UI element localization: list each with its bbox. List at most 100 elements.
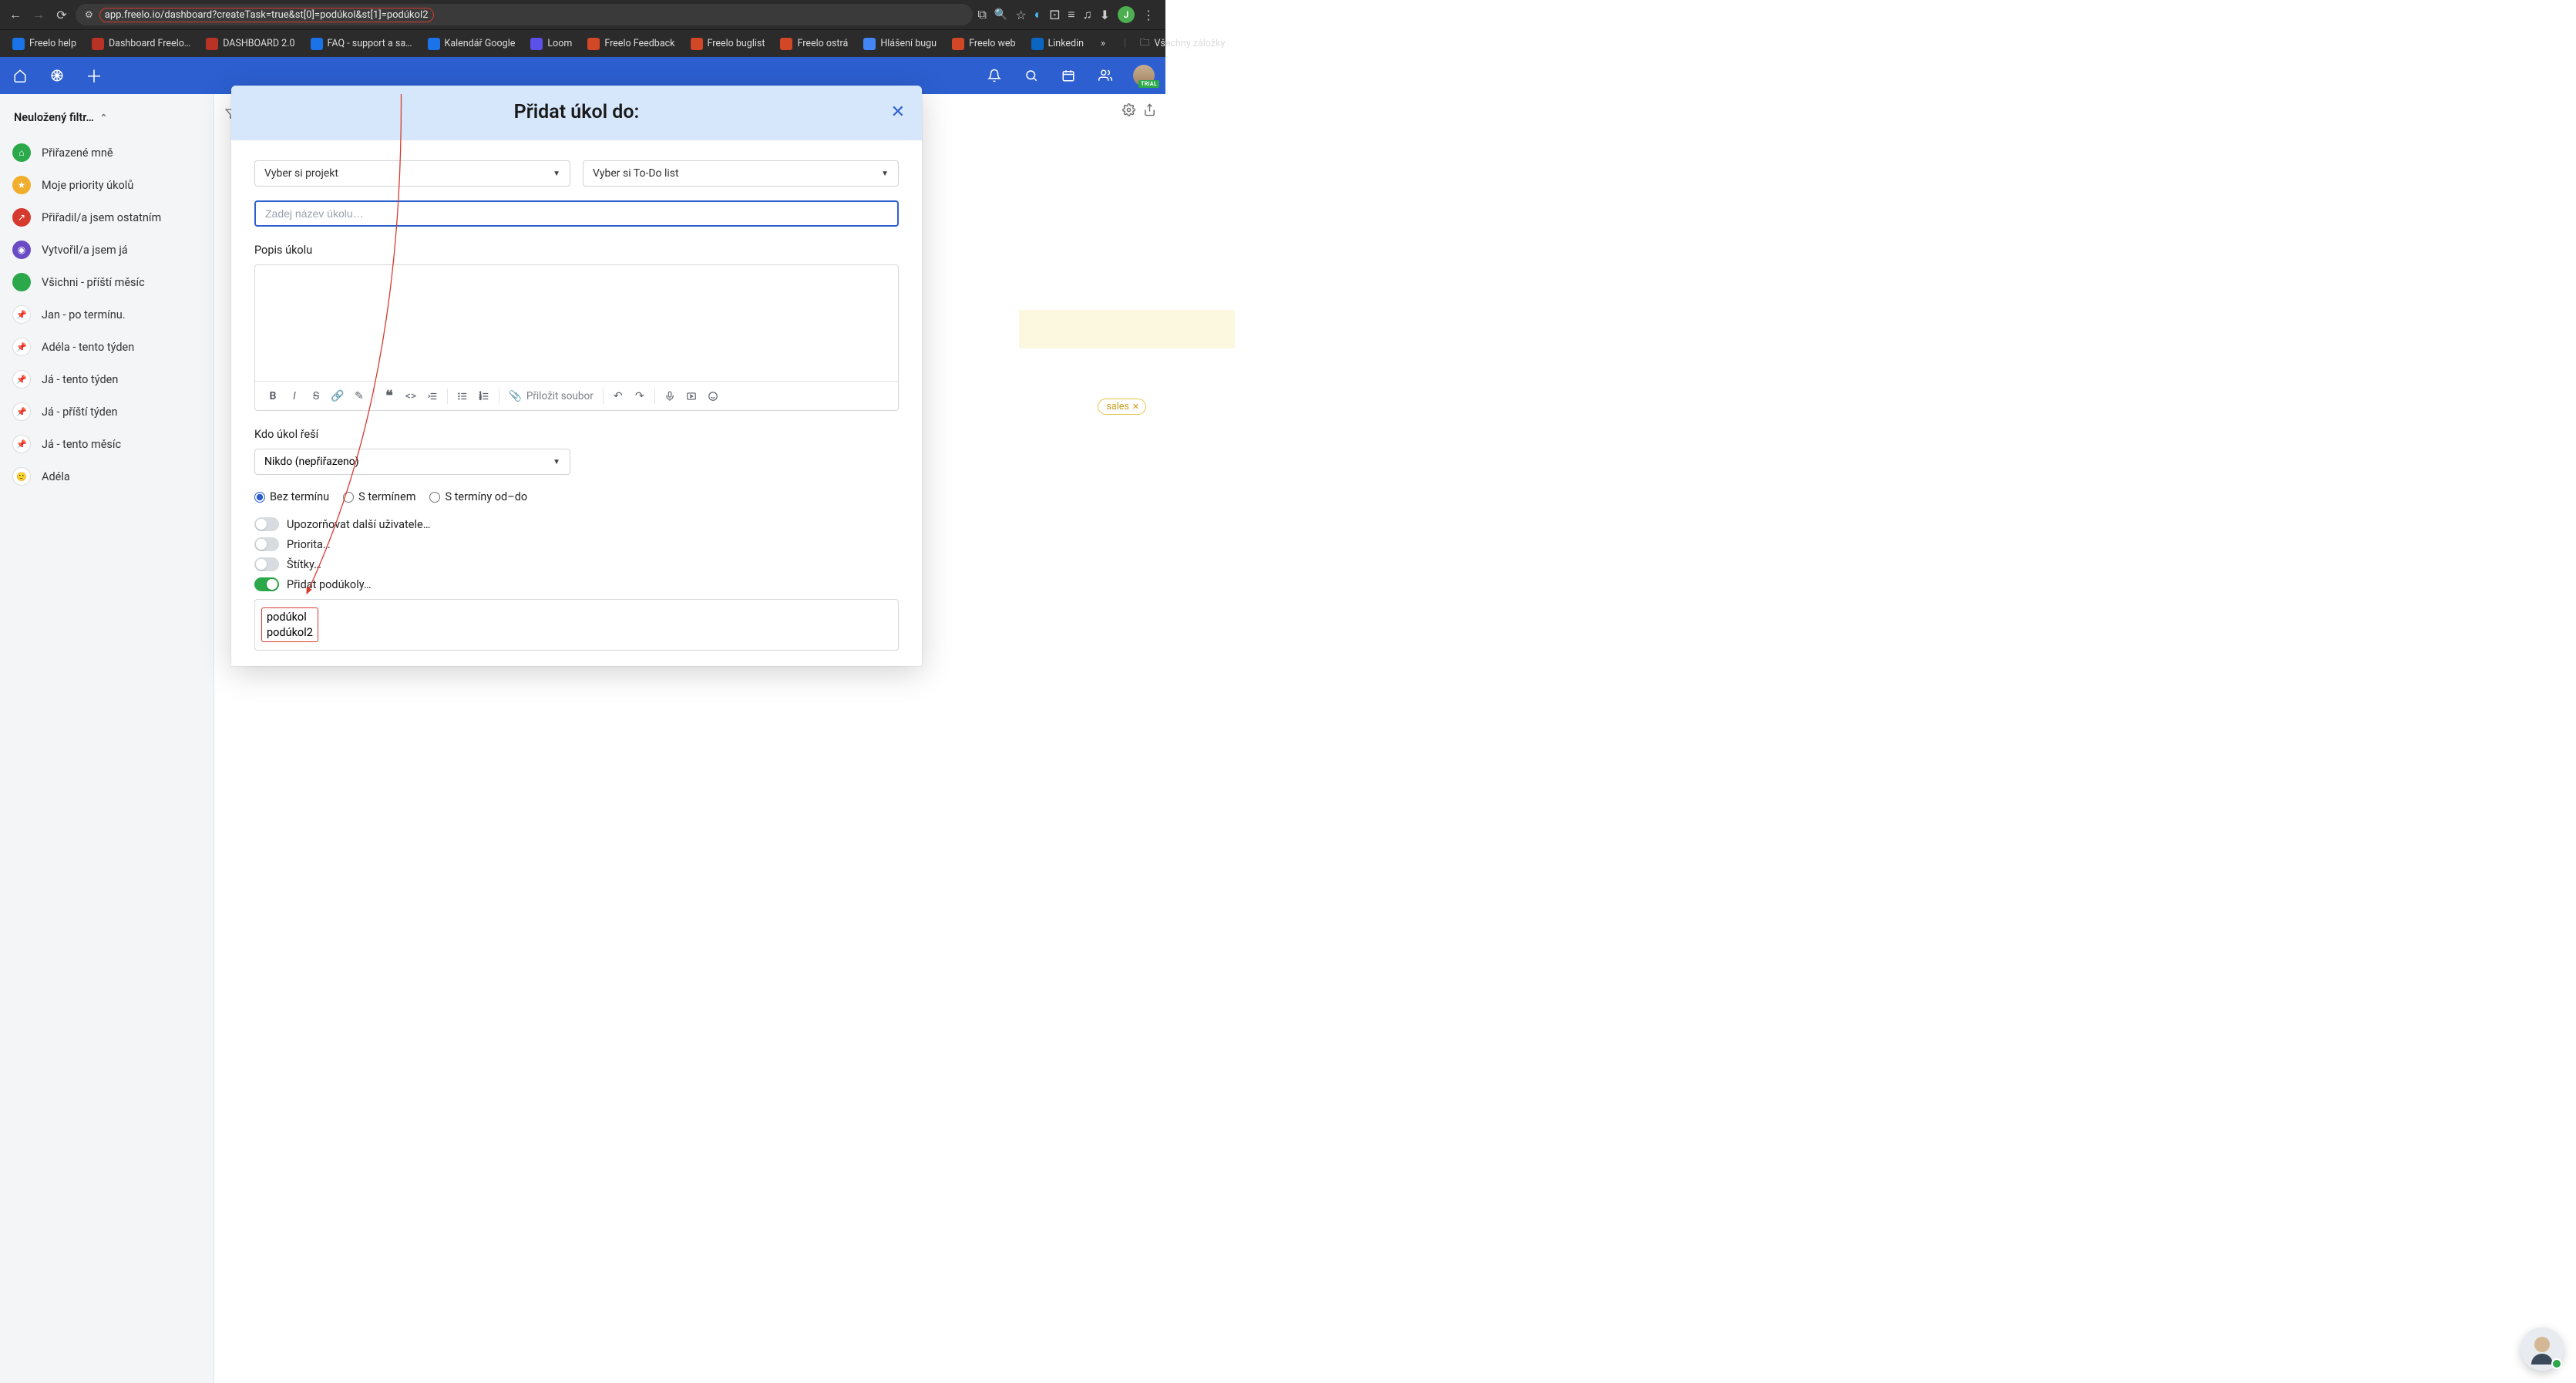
sidebar-item-label: Já - příští týden [42,405,118,419]
bookmark-item[interactable]: Linkedin [1025,35,1091,53]
paperclip-icon: 📎 [509,390,522,402]
playlist-icon[interactable]: ♫ [1083,7,1092,22]
sidebar-item-label: Přiřazené mně [42,146,113,160]
bookmark-overflow[interactable]: » [1093,38,1113,49]
radio-range-deadline[interactable]: S termíny od–do [429,490,527,503]
bookmark-item[interactable]: FAQ - support a sa… [304,35,419,53]
close-icon[interactable]: ✕ [891,103,905,122]
sidebar-item[interactable]: ⌂Přiřazené mně [0,136,214,169]
notifications-icon[interactable] [985,66,1004,85]
bookmark-favicon [428,38,440,50]
add-icon[interactable]: ＋ [85,66,103,85]
code-button[interactable]: <> [401,386,421,406]
task-name-input[interactable] [254,200,899,227]
bookmark-item[interactable]: DASHBOARD 2.0 [200,35,301,53]
todolist-select[interactable]: Vyber si To-Do list ▼ [583,160,899,187]
highlight-button[interactable]: ✎ [349,386,369,406]
radio-no-deadline[interactable]: Bez termínu [254,490,329,503]
sidebar-title[interactable]: Neuložený filtr… ⌃ [0,105,214,136]
chat-widget[interactable] [2521,1327,2564,1371]
outdent-button[interactable] [422,386,442,406]
settings-icon[interactable] [1122,103,1135,119]
assignee-select[interactable]: Nikdo (nepřiřazeno) ▼ [254,449,570,475]
subtask-area[interactable]: podúkol podúkol2 [254,599,899,651]
toggle-priority-switch[interactable] [254,537,279,551]
bookmark-item[interactable]: Kalendář Google [422,35,522,53]
sidebar-item[interactable]: ★Moje priority úkolů [0,169,214,201]
attach-file-button[interactable]: 📎 Přiložit soubor [504,390,598,402]
remove-tag-icon[interactable]: ✕ [1132,402,1139,412]
sidebar-item[interactable]: 📌Adéla - tento týden [0,331,214,363]
bookmark-item[interactable]: Freelo help [6,35,82,53]
sidebar-item-icon: 📌 [12,305,31,324]
bookmark-bar: Freelo helpDashboard Freelo…DASHBOARD 2.… [0,29,1165,57]
profile-avatar[interactable]: J [1118,6,1135,23]
bookmark-item[interactable]: Freelo ostrá [774,35,854,53]
wheel-icon[interactable] [48,66,66,85]
bookmark-item[interactable]: Dashboard Freelo… [86,35,197,53]
toggle-notify-switch[interactable] [254,517,279,531]
home-icon[interactable] [11,66,29,85]
sidebar-item[interactable]: 📌Jan - po termínu. [0,298,214,331]
bold-button[interactable]: B [263,386,283,406]
redo-button[interactable]: ↷ [630,386,650,406]
sidebar-item-label: Moje priority úkolů [42,179,133,192]
site-info-icon[interactable]: ⚙ [85,9,93,20]
forward-button[interactable]: → [29,5,48,24]
bookmark-item[interactable]: Hlášení bugu [857,35,943,53]
sidebar-item[interactable]: 📌Já - tento měsíc [0,428,214,460]
user-avatar[interactable]: TRIAL [1133,65,1155,86]
all-bookmarks-button[interactable]: 🗀 Všechny záložky [1134,32,1231,55]
share-icon[interactable] [1143,103,1156,119]
sidebar-item-label: Vytvořil/a jsem já [42,244,128,257]
toggle-subtasks-switch[interactable] [254,577,279,591]
extensions-icon[interactable]: ⚀ [1049,8,1060,22]
overflow-menu-icon[interactable]: ⋮ [1142,8,1155,22]
project-select[interactable]: Vyber si projekt ▼ [254,160,570,187]
link-button[interactable]: 🔗 [328,386,348,406]
bookmark-star-icon[interactable]: ☆ [1015,8,1026,22]
download-icon[interactable]: ⬇ [1100,8,1110,22]
open-external-icon[interactable]: ⧉ [977,7,986,22]
search-icon[interactable] [1022,66,1041,85]
reload-button[interactable]: ⟳ [52,5,71,24]
quote-button[interactable]: ❝ [379,386,399,406]
bookmark-favicon [863,38,876,50]
subtask-text-highlight: podúkol podúkol2 [261,607,318,642]
emoji-icon[interactable] [703,386,723,406]
zoom-icon[interactable]: 🔍 [994,8,1007,21]
bookmark-item[interactable]: Freelo web [946,35,1021,53]
sidebar-item[interactable]: ◉Vytvořil/a jsem já [0,234,214,266]
sidebar-item-icon: 🙂 [12,467,31,486]
menu-icon-1[interactable]: ≡ [1068,7,1074,22]
toggle-subtasks: Přidat podúkoly… [254,577,899,591]
radio-single-deadline[interactable]: S termínem [343,490,415,503]
sidebar-item[interactable]: 🙂Adéla [0,460,214,493]
bookmark-item[interactable]: Loom [524,35,578,53]
number-list-button[interactable]: 123 [474,386,494,406]
address-bar[interactable]: ⚙ app.freelo.io/dashboard?createTask=tru… [76,4,973,25]
sidebar-item-label: Já - tento měsíc [42,438,121,451]
description-label: Popis úkolu [254,244,899,257]
strike-button[interactable]: S [306,386,326,406]
extension-icon-1[interactable]: ◐ [1034,7,1042,22]
sidebar-item[interactable]: 📌Já - příští týden [0,395,214,428]
undo-button[interactable]: ↶ [608,386,628,406]
sidebar-item[interactable]: Všichni - příští měsíc [0,266,214,298]
toggle-tags-switch[interactable] [254,557,279,571]
mic-icon[interactable] [660,386,680,406]
editor-body[interactable] [255,265,898,381]
sales-tag[interactable]: sales ✕ [1098,399,1146,415]
bullet-list-button[interactable] [452,386,472,406]
back-button[interactable]: ← [6,5,25,24]
bookmark-favicon [12,38,25,50]
sidebar-item[interactable]: ↗Přiřadil/a jsem ostatním [0,201,214,234]
sidebar-item[interactable]: 📌Já - tento týden [0,363,214,395]
bookmark-item[interactable]: Freelo buglist [684,35,772,53]
calendar-icon[interactable] [1059,66,1078,85]
bookmark-item[interactable]: Freelo Feedback [581,35,681,53]
people-icon[interactable] [1096,66,1115,85]
italic-button[interactable]: I [284,386,304,406]
assignee-label: Kdo úkol řeší [254,428,899,441]
video-icon[interactable] [681,386,701,406]
